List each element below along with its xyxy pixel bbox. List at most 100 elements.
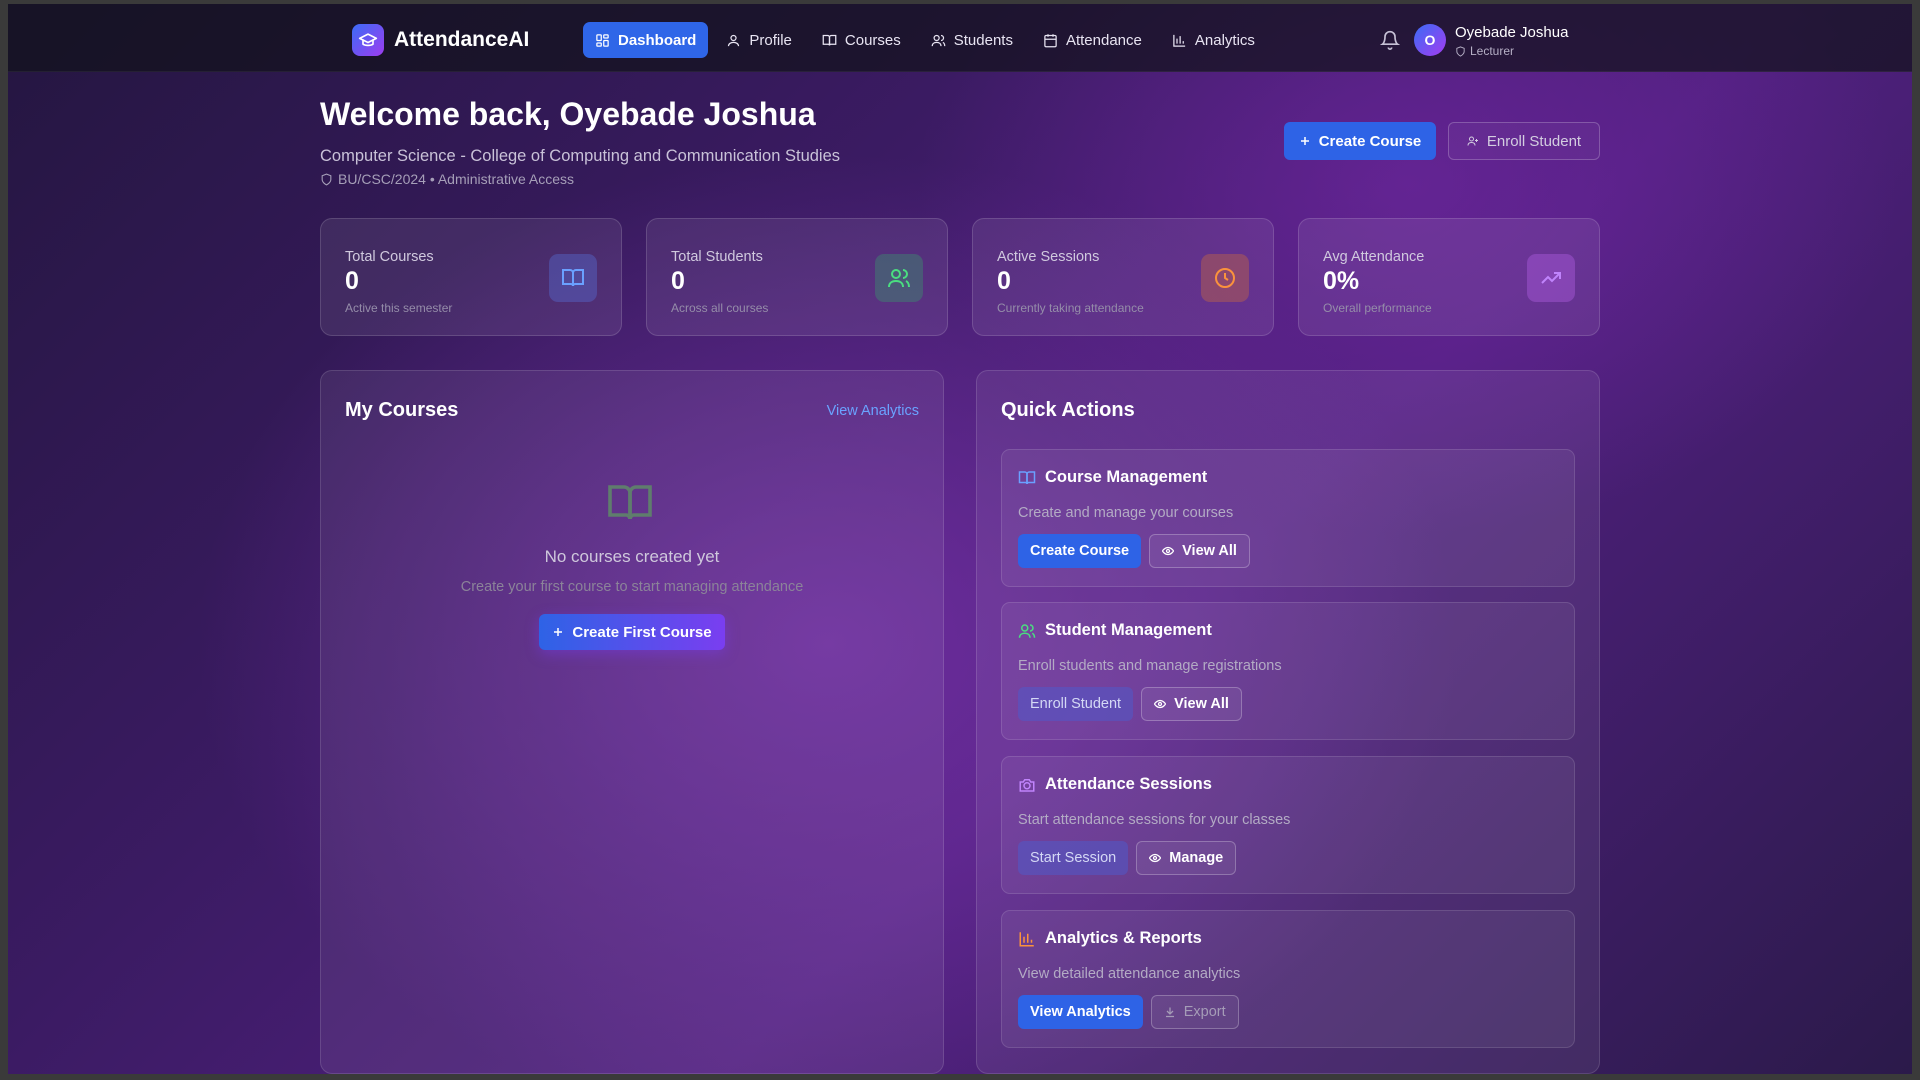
eye-icon [1162, 546, 1175, 556]
stat-value: 0 [997, 267, 1011, 295]
graduation-cap-icon [352, 24, 384, 56]
manage-label: Manage [1169, 850, 1224, 866]
qa-card-desc: View detailed attendance analytics [1018, 966, 1241, 982]
enroll-student-label: Enroll Student [1486, 132, 1582, 150]
users-icon [931, 34, 946, 46]
users-icon [1018, 623, 1036, 638]
qa-card-actions: Start Session Manage [1018, 841, 1237, 875]
stat-value: 0 [671, 267, 685, 295]
empty-state-title: No courses created yet [544, 547, 720, 566]
quick-actions-panel: Quick Actions Course Management Create a… [976, 370, 1600, 1074]
qa-start-session-button[interactable]: Start Session [1018, 841, 1129, 875]
stat-value: 0 [345, 267, 359, 295]
user-plus-icon [1467, 136, 1478, 146]
nav-dashboard-label: Dashboard [618, 31, 697, 49]
qa-card-desc: Start attendance sessions for your class… [1018, 812, 1291, 828]
nav-analytics[interactable]: Analytics [1160, 22, 1267, 58]
top-navbar: AttendanceAI Dashboard Profile Courses S… [8, 4, 1912, 72]
qa-card-title: Attendance Sessions [1045, 775, 1212, 793]
qa-card-header: Attendance Sessions [1018, 775, 1212, 794]
plus-icon [554, 628, 563, 636]
qa-card-title: Student Management [1045, 621, 1212, 639]
bar-chart-icon [1173, 34, 1185, 47]
page-title: Welcome back, Oyebade Joshua [320, 96, 816, 132]
stat-label: Avg Attendance [1323, 249, 1425, 265]
stat-total-students: Total Students 0 Across all courses [646, 218, 948, 336]
qa-courses-view-all-button[interactable]: View All [1149, 534, 1250, 568]
nav-attendance-label: Attendance [1065, 31, 1142, 49]
eye-icon [1149, 853, 1162, 863]
qa-card-desc: Enroll students and manage registrations [1018, 658, 1282, 674]
enroll-student-button[interactable]: Enroll Student [1448, 122, 1600, 160]
export-label: Export [1183, 1004, 1226, 1020]
my-courses-title: My Courses [345, 399, 459, 421]
qa-card-header: Analytics & Reports [1018, 929, 1202, 948]
access-meta-label: BU/CSC/2024 • Administrative Access [338, 171, 574, 187]
user-name[interactable]: Oyebade Joshua [1455, 24, 1568, 41]
stat-sub: Overall performance [1323, 301, 1432, 315]
book-icon [822, 34, 837, 46]
download-icon [1165, 1007, 1174, 1018]
qa-card-header: Student Management [1018, 621, 1212, 640]
stat-label: Active Sessions [997, 249, 1100, 265]
shield-icon [1456, 45, 1465, 57]
create-first-course-button[interactable]: Create First Course [539, 614, 725, 650]
view-all-label: View All [1182, 543, 1237, 559]
main-nav: Dashboard Profile Courses Students Atten… [583, 22, 1267, 58]
stat-sub: Across all courses [671, 301, 769, 315]
nav-courses[interactable]: Courses [810, 22, 913, 58]
nav-students-label: Students [953, 31, 1013, 49]
brand[interactable]: AttendanceAI [352, 24, 529, 56]
access-meta: BU/CSC/2024 • Administrative Access [320, 171, 574, 187]
nav-courses-label: Courses [844, 31, 901, 49]
create-course-label: Create Course [1318, 132, 1422, 150]
view-analytics-link[interactable]: View Analytics [827, 403, 919, 419]
user-icon [728, 34, 740, 46]
book-icon [549, 254, 597, 302]
create-first-course-label: Create First Course [572, 623, 712, 641]
plus-icon [1300, 137, 1309, 145]
qa-manage-sessions-button[interactable]: Manage [1136, 841, 1237, 875]
stat-sub: Active this semester [345, 301, 453, 315]
users-icon [875, 254, 923, 302]
stat-active-sessions: Active Sessions 0 Currently taking atten… [972, 218, 1274, 336]
qa-export-button[interactable]: Export [1150, 995, 1239, 1029]
book-icon [608, 485, 652, 520]
user-role-label: Lecturer [1470, 44, 1515, 58]
trending-up-icon [1527, 254, 1575, 302]
my-courses-panel: My Courses View Analytics No courses cre… [320, 370, 944, 1074]
empty-state-subtitle: Create your first course to start managi… [460, 579, 804, 595]
create-course-button[interactable]: Create Course [1284, 122, 1436, 160]
qa-enroll-student-button[interactable]: Enroll Student [1018, 687, 1134, 721]
qa-course-management: Course Management Create and manage your… [1001, 449, 1575, 587]
nav-profile[interactable]: Profile [714, 22, 804, 58]
app-window: AttendanceAI Dashboard Profile Courses S… [8, 4, 1912, 1074]
book-icon [1018, 470, 1036, 484]
qa-card-header: Course Management [1018, 468, 1207, 487]
app-name: AttendanceAI [394, 28, 530, 51]
eye-icon [1154, 699, 1167, 709]
qa-create-course-button[interactable]: Create Course [1018, 534, 1142, 568]
qa-analytics-reports: Analytics & Reports View detailed attend… [1001, 910, 1575, 1048]
stat-label: Total Students [671, 249, 763, 265]
quick-actions-title: Quick Actions [1001, 399, 1135, 421]
department-text: Computer Science - College of Computing … [320, 147, 841, 165]
calendar-icon [1044, 33, 1057, 47]
bell-icon[interactable] [1380, 30, 1400, 50]
nav-attendance[interactable]: Attendance [1031, 22, 1154, 58]
nav-students[interactable]: Students [919, 22, 1025, 58]
qa-card-title: Course Management [1045, 468, 1208, 486]
stat-sub: Currently taking attendance [997, 301, 1144, 315]
qa-students-view-all-button[interactable]: View All [1141, 687, 1242, 721]
qa-card-desc: Create and manage your courses [1018, 505, 1234, 521]
avatar[interactable]: O [1414, 24, 1446, 56]
qa-card-actions: Enroll Student View All [1018, 687, 1242, 721]
user-role: Lecturer [1455, 44, 1514, 58]
qa-view-analytics-button[interactable]: View Analytics [1018, 995, 1143, 1029]
dashboard-icon [596, 33, 609, 47]
shield-icon [321, 173, 332, 186]
qa-card-actions: Create Course View All [1018, 534, 1250, 568]
qa-attendance-sessions: Attendance Sessions Start attendance ses… [1001, 756, 1575, 894]
camera-icon [1019, 778, 1035, 792]
nav-dashboard[interactable]: Dashboard [583, 22, 709, 58]
